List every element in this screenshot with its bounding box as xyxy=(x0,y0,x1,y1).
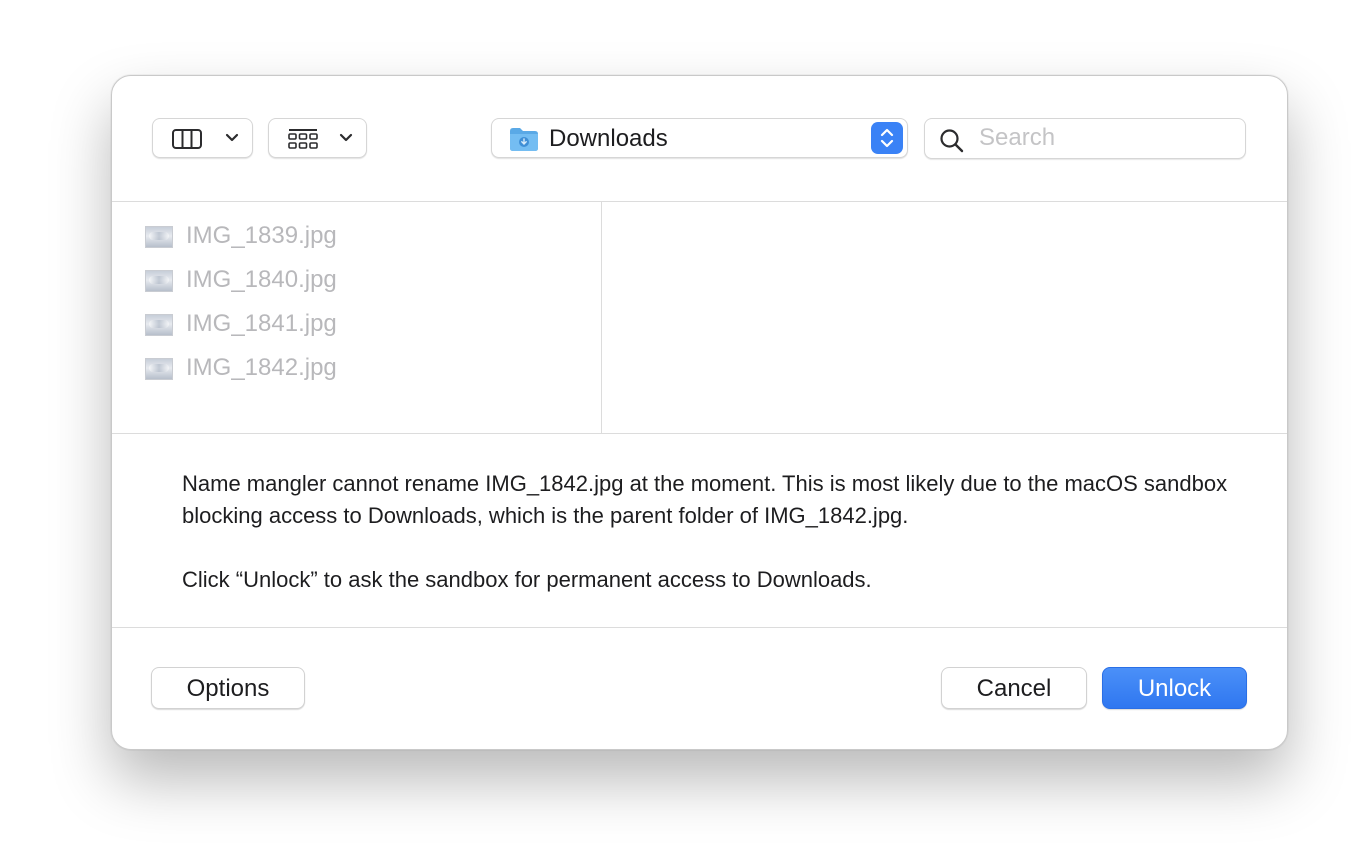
message-text: Name mangler cannot rename IMG_1842.jpg … xyxy=(182,471,1228,528)
file-name: IMG_1842.jpg xyxy=(186,354,337,381)
file-name: IMG_1840.jpg xyxy=(186,266,337,293)
file-name: IMG_1839.jpg xyxy=(186,222,337,249)
location-label: Downloads xyxy=(549,125,668,152)
column-view-icon xyxy=(171,128,205,150)
file-browser: IMG_1839.jpg IMG_1840.jpg IMG_1841.jpg I… xyxy=(112,202,1287,434)
image-file-icon xyxy=(145,226,173,248)
view-mode-button[interactable] xyxy=(152,118,253,158)
unlock-access-dialog: Downloads IMG_1839.jpg xyxy=(111,75,1288,750)
search-icon xyxy=(939,128,965,154)
chevron-down-icon xyxy=(338,131,354,145)
image-file-icon xyxy=(145,314,173,336)
list-item[interactable]: IMG_1839.jpg xyxy=(145,221,565,251)
chevron-down-icon xyxy=(224,131,240,145)
sandbox-message: Name mangler cannot rename IMG_1842.jpg … xyxy=(112,434,1287,628)
search-field[interactable] xyxy=(924,118,1246,159)
browser-preview-column xyxy=(602,202,1287,433)
file-browser-toolbar: Downloads xyxy=(112,76,1287,202)
location-popup-button[interactable]: Downloads xyxy=(491,118,908,158)
image-file-icon xyxy=(145,270,173,292)
message-instruction: Click “Unlock” to ask the sandbox for pe… xyxy=(182,567,872,592)
group-mode-button[interactable] xyxy=(268,118,367,158)
file-name: IMG_1841.jpg xyxy=(186,310,337,337)
search-input[interactable] xyxy=(979,124,1229,152)
list-item[interactable]: IMG_1842.jpg xyxy=(145,353,565,383)
list-item[interactable]: IMG_1840.jpg xyxy=(145,265,565,295)
downloads-folder-icon xyxy=(509,126,539,152)
unlock-button[interactable]: Unlock xyxy=(1102,667,1247,709)
popup-stepper-icon xyxy=(871,122,903,154)
browser-column: IMG_1839.jpg IMG_1840.jpg IMG_1841.jpg I… xyxy=(112,202,602,433)
cancel-button[interactable]: Cancel xyxy=(941,667,1087,709)
icon-grid-icon xyxy=(287,128,321,150)
list-item[interactable]: IMG_1841.jpg xyxy=(145,309,565,339)
image-file-icon xyxy=(145,358,173,380)
options-button[interactable]: Options xyxy=(151,667,305,709)
